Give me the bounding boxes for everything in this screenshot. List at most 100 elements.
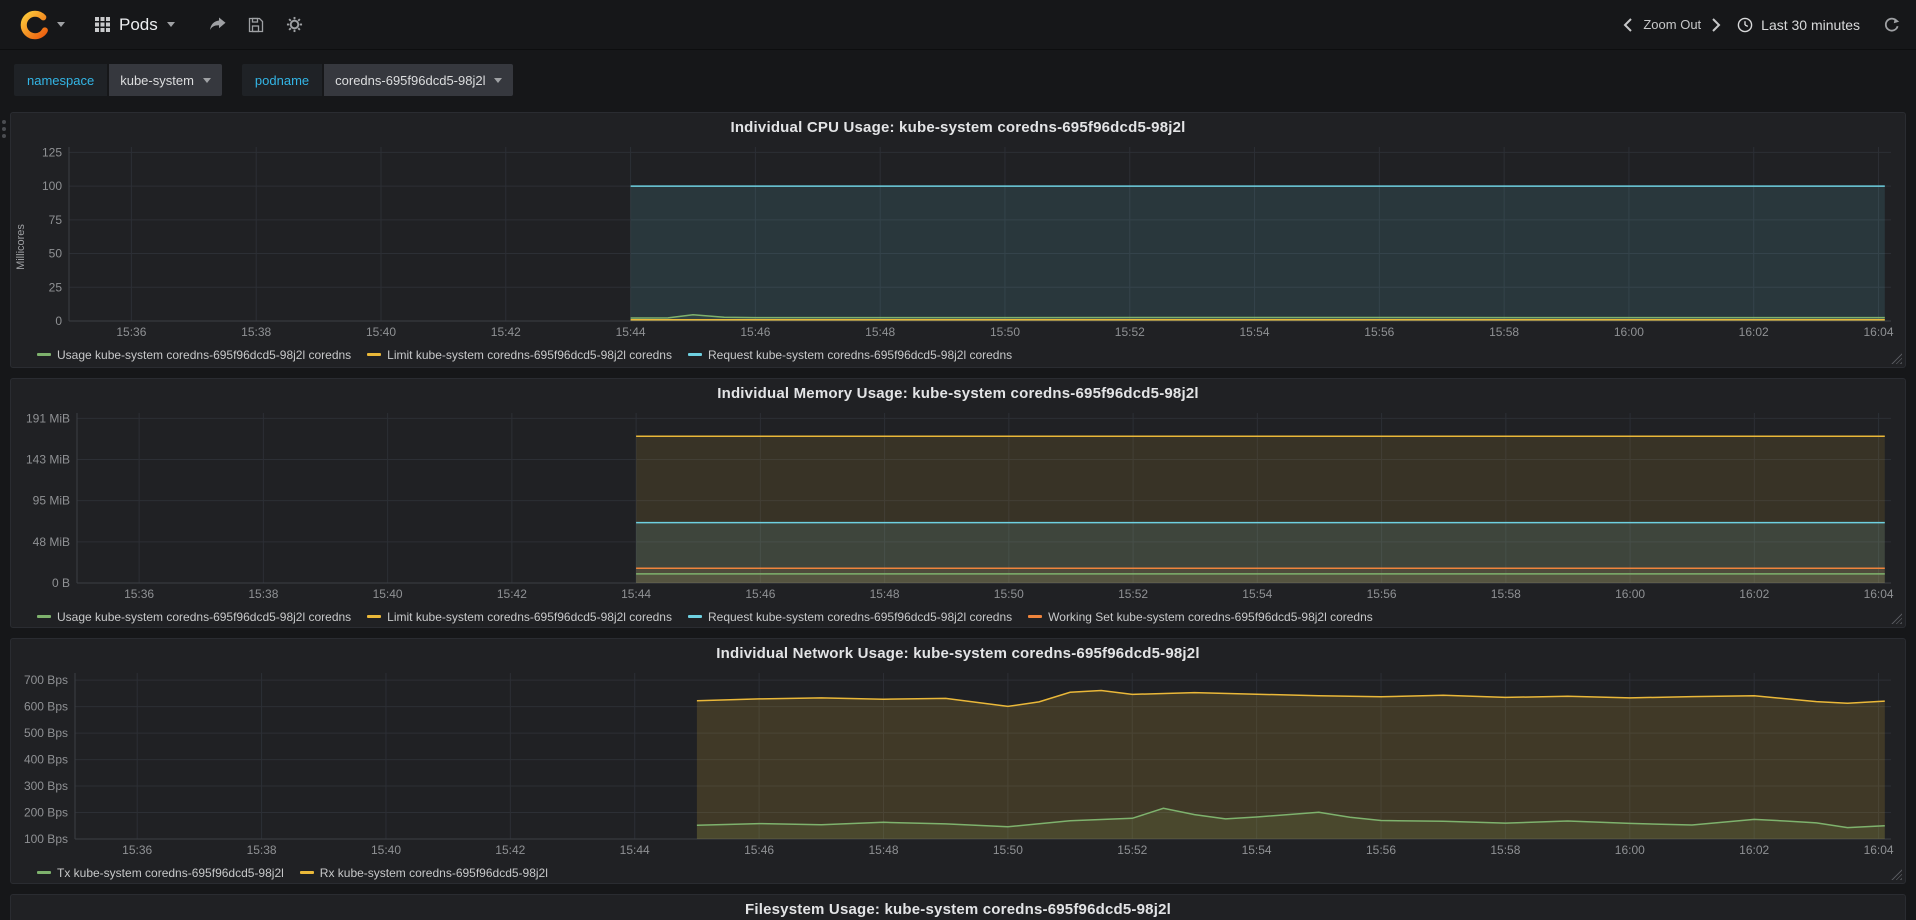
svg-text:15:52: 15:52 — [1115, 325, 1145, 339]
legend-color-swatch — [687, 615, 702, 618]
legend-label: Working Set kube-system coredns-695f96dc… — [1048, 609, 1373, 624]
svg-text:400 Bps: 400 Bps — [24, 753, 68, 767]
legend-color-swatch — [367, 353, 382, 356]
legend-color-swatch — [37, 871, 51, 874]
svg-text:48 MiB: 48 MiB — [33, 535, 70, 549]
legend-item[interactable]: Usage kube-system coredns-695f96dcd5-98j… — [37, 348, 351, 362]
panel-title[interactable]: Individual Memory Usage: kube-system cor… — [11, 379, 1905, 407]
legend-label: Usage kube-system coredns-695f96dcd5-98j… — [57, 347, 352, 362]
svg-text:15:50: 15:50 — [990, 325, 1020, 339]
svg-text:15:36: 15:36 — [116, 325, 146, 339]
svg-text:15:40: 15:40 — [366, 325, 396, 339]
svg-text:95 MiB: 95 MiB — [33, 494, 70, 508]
x-axis-labels: 15:36 15:38 15:40 15:42 15:44 15:46 15:48 15:50… — [116, 325, 1893, 339]
svg-text:0 B: 0 B — [52, 576, 70, 590]
svg-text:16:00: 16:00 — [1614, 325, 1644, 339]
dashboard-panels: Individual CPU Usage: kube-system coredn… — [0, 112, 1916, 920]
time-shift-back-button[interactable] — [1623, 17, 1633, 33]
svg-text:15:52: 15:52 — [1117, 843, 1147, 857]
legend-color-swatch — [299, 871, 314, 874]
memory-usage-chart[interactable]: 15:36 15:38 15:40 15:42 15:44 15:46 15:48 15:50… — [11, 407, 1905, 603]
svg-text:15:48: 15:48 — [868, 843, 898, 857]
svg-text:15:46: 15:46 — [740, 325, 770, 339]
panel-title[interactable]: Individual Network Usage: kube-system co… — [11, 639, 1905, 667]
legend-item[interactable]: Tx kube-system coredns-695f96dcd5-98j2l — [37, 866, 284, 880]
chart-svg: 15:36 15:38 15:40 15:42 15:44 15:46 15:48 15:50… — [26, 411, 1894, 601]
dashboard-picker-button[interactable]: Pods — [85, 9, 185, 41]
svg-text:16:04: 16:04 — [1864, 587, 1894, 601]
variable-namespace-label: namespace — [14, 64, 108, 96]
legend-color-swatch — [37, 353, 51, 356]
chart-svg: 15:36 15:38 15:40 15:42 15:44 15:46 15:48 15:50… — [24, 673, 1894, 857]
svg-text:16:00: 16:00 — [1615, 587, 1645, 601]
svg-text:100: 100 — [42, 179, 62, 193]
legend-item[interactable]: Usage kube-system coredns-695f96dcd5-98j… — [37, 610, 351, 624]
legend-color-swatch — [367, 615, 382, 618]
legend-item[interactable]: Rx kube-system coredns-695f96dcd5-98j2l — [299, 866, 548, 880]
zoom-out-button[interactable]: Zoom Out — [1643, 17, 1701, 32]
svg-text:50: 50 — [49, 247, 63, 261]
network-usage-chart[interactable]: 15:36 15:38 15:40 15:42 15:44 15:46 15:48 15:50… — [11, 667, 1905, 859]
svg-text:15:38: 15:38 — [241, 325, 271, 339]
y-axis-labels: 0 B 48 MiB 95 MiB 143 MiB 191 MiB — [26, 411, 70, 590]
legend-item[interactable]: Request kube-system coredns-695f96dcd5-9… — [687, 610, 1012, 624]
svg-text:600 Bps: 600 Bps — [24, 700, 68, 714]
svg-text:75: 75 — [49, 213, 63, 227]
svg-text:15:52: 15:52 — [1118, 587, 1148, 601]
time-shift-forward-button[interactable] — [1711, 17, 1721, 33]
chart-svg: 15:36 15:38 15:40 15:42 15:44 15:46 15:48 15:50… — [42, 145, 1894, 339]
cpu-usage-chart[interactable]: Millicores 15:36 15:38 15:40 15:42 15:44 15:4… — [11, 141, 1905, 341]
svg-text:15:58: 15:58 — [1491, 587, 1521, 601]
y-axis-labels: 100 Bps 200 Bps 300 Bps 400 Bps 500 Bps 600 B… — [24, 673, 68, 846]
series-areas — [696, 690, 1885, 839]
svg-text:15:44: 15:44 — [621, 587, 651, 601]
svg-text:15:54: 15:54 — [1239, 325, 1269, 339]
share-icon[interactable] — [209, 17, 226, 32]
svg-text:16:02: 16:02 — [1739, 587, 1769, 601]
series-areas — [630, 186, 1885, 321]
svg-text:15:40: 15:40 — [373, 587, 403, 601]
legend-item[interactable]: Limit kube-system coredns-695f96dcd5-98j… — [367, 348, 672, 362]
svg-text:15:48: 15:48 — [865, 325, 895, 339]
svg-text:16:04: 16:04 — [1863, 325, 1893, 339]
svg-text:15:36: 15:36 — [124, 587, 154, 601]
svg-text:15:56: 15:56 — [1364, 325, 1394, 339]
svg-text:125: 125 — [42, 145, 62, 159]
svg-text:700 Bps: 700 Bps — [24, 673, 68, 687]
sidebar-grip-handle[interactable] — [2, 120, 6, 124]
legend-item[interactable]: Limit kube-system coredns-695f96dcd5-98j… — [367, 610, 672, 624]
svg-text:15:56: 15:56 — [1367, 587, 1397, 601]
legend-label: Limit kube-system coredns-695f96dcd5-98j… — [387, 609, 672, 624]
cpu-legend: Usage kube-system coredns-695f96dcd5-98j… — [11, 341, 1905, 365]
svg-text:15:58: 15:58 — [1489, 325, 1519, 339]
save-icon[interactable] — [248, 17, 264, 33]
series-areas — [636, 436, 1885, 583]
network-legend: Tx kube-system coredns-695f96dcd5-98j2l R… — [11, 859, 1905, 883]
refresh-icon[interactable] — [1884, 17, 1900, 33]
grafana-logo-button[interactable] — [16, 8, 69, 42]
svg-text:300 Bps: 300 Bps — [24, 779, 68, 793]
svg-text:100 Bps: 100 Bps — [24, 832, 68, 846]
legend-item[interactable]: Working Set kube-system coredns-695f96dc… — [1028, 610, 1373, 624]
panel-title[interactable]: Individual CPU Usage: kube-system coredn… — [11, 113, 1905, 141]
svg-text:15:56: 15:56 — [1366, 843, 1396, 857]
caret-down-icon — [57, 22, 65, 27]
variable-podname-select[interactable]: coredns-695f96dcd5-98j2l — [324, 64, 514, 96]
svg-text:16:04: 16:04 — [1864, 843, 1894, 857]
svg-text:15:54: 15:54 — [1242, 843, 1272, 857]
svg-text:16:00: 16:00 — [1615, 843, 1645, 857]
time-range-picker[interactable]: Last 30 minutes — [1737, 17, 1860, 33]
time-controls: Zoom Out Last 30 minutes — [1623, 17, 1900, 33]
y-axis-labels: 0 25 50 75 100 125 — [42, 145, 62, 328]
svg-text:500 Bps: 500 Bps — [24, 726, 68, 740]
variable-namespace-select[interactable]: kube-system — [109, 64, 222, 96]
svg-text:15:40: 15:40 — [371, 843, 401, 857]
svg-text:15:42: 15:42 — [497, 587, 527, 601]
panel-title[interactable]: Filesystem Usage: kube-system coredns-69… — [11, 895, 1905, 920]
gear-icon[interactable] — [286, 16, 303, 33]
panel-network-usage: Individual Network Usage: kube-system co… — [10, 638, 1906, 884]
svg-text:15:50: 15:50 — [994, 587, 1024, 601]
svg-text:15:38: 15:38 — [247, 843, 277, 857]
grafana-logo-icon — [20, 10, 50, 40]
legend-item[interactable]: Request kube-system coredns-695f96dcd5-9… — [687, 348, 1012, 362]
